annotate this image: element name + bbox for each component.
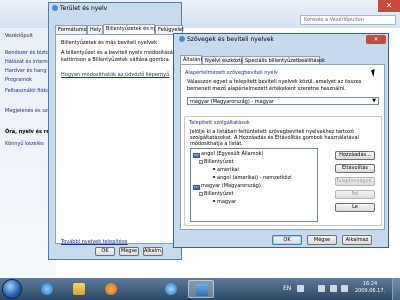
- tab-formats[interactable]: Formátumok: [55, 25, 90, 34]
- installed-services-group: Telepített szolgáltatások Jelölje ki a l…: [184, 116, 382, 226]
- installed-services-tree[interactable]: EN angol (Egyesült Államok) −Billentyűzet…: [190, 148, 318, 222]
- taskbar: EN 16:24 2009.06.17.: [0, 278, 400, 300]
- control-panel-close-button[interactable]: ✕: [378, 0, 400, 12]
- installed-services-heading: Telepített szolgáltatások: [189, 120, 250, 126]
- clock-time: 16:24: [362, 281, 378, 287]
- text-services-title-text: Szövegek és beviteli nyelvek: [187, 36, 274, 43]
- taskbar-explorer[interactable]: [66, 280, 92, 298]
- installed-services-desc-line3: módosíthatja a listát.: [190, 141, 243, 147]
- region-window-tabs: Formátumok Hely Billentyűzetek és nyelve…: [55, 24, 185, 34]
- region-cancel-button[interactable]: Mégse: [119, 247, 139, 256]
- tree-item-hungarian-keyboard[interactable]: magyar: [213, 199, 236, 205]
- default-input-label: Alapértelmezett szövegbeviteli nyelv: [185, 70, 278, 76]
- tree-item-hungarian-keyboard-label: magyar: [217, 199, 237, 205]
- collapse-icon[interactable]: −: [199, 192, 203, 196]
- taskbar-media-player[interactable]: [98, 280, 124, 298]
- start-button[interactable]: [2, 279, 22, 299]
- close-button[interactable]: ✕: [366, 35, 386, 44]
- tree-language-hungarian-label: magyar (Magyarország): [201, 183, 261, 189]
- tree-item-us-intl-keyboard[interactable]: angol (amerikai) - nemzetközi: [213, 175, 292, 181]
- region-apply-button[interactable]: Alkalm.: [143, 247, 163, 256]
- bullet-icon: [213, 200, 215, 202]
- region-language-window: Terület és nyelv Formátumok Hely Billent…: [48, 2, 185, 260]
- taskbar-control-panel[interactable]: [188, 280, 214, 298]
- internet-explorer-icon: [41, 283, 53, 295]
- sidebar-item-programs[interactable]: Programok: [5, 77, 32, 83]
- control-panel-icon: [196, 284, 208, 296]
- flag-icon: HU: [193, 185, 200, 190]
- media-player-icon: [105, 283, 117, 295]
- region-window-title: Terület és nyelv: [52, 5, 178, 14]
- ok-button[interactable]: OK: [272, 235, 302, 245]
- tree-item-us-keyboard[interactable]: amerikai: [213, 167, 239, 173]
- globe-icon: [52, 5, 58, 11]
- globe-icon: [179, 36, 185, 42]
- region-window-title-text: Terület és nyelv: [60, 5, 108, 12]
- region-ok-button[interactable]: OK: [95, 247, 115, 256]
- bullet-icon: [213, 176, 215, 178]
- move-up-button[interactable]: Fel: [335, 190, 375, 199]
- tree-language-english[interactable]: EN angol (Egyesült Államok): [193, 151, 264, 158]
- show-desktop-button[interactable]: [392, 278, 400, 300]
- sidebar-item-network[interactable]: Hálózat és internet: [5, 59, 53, 65]
- flag-icon: EN: [193, 153, 200, 158]
- tree-keyboard-header-hungarian: −Billentyűzet: [199, 191, 234, 197]
- folder-icon: [73, 283, 85, 295]
- tree-language-english-label: angol (Egyesült Államok): [201, 151, 264, 157]
- region-window-panel: Billentyűzetek és más beviteli nyelvek A…: [55, 34, 182, 245]
- collapse-icon[interactable]: −: [199, 160, 203, 164]
- apply-button[interactable]: Alkalmaz: [342, 235, 372, 245]
- move-down-button[interactable]: Le: [335, 203, 375, 212]
- sidebar-item-ease-of-access[interactable]: Könnyű kezelés: [5, 141, 44, 147]
- tab-location[interactable]: Hely: [87, 25, 103, 34]
- bullet-icon: [213, 168, 215, 170]
- tree-keyboard-header-english: −Billentyűzet: [199, 159, 234, 165]
- cancel-button[interactable]: Mégse: [307, 235, 337, 245]
- control-panel-search-input[interactable]: Keresés a Vezérlőpulton: [300, 15, 396, 25]
- system-clock[interactable]: 16:24 2009.06.17.: [352, 281, 388, 295]
- flag-icon[interactable]: [318, 285, 325, 292]
- sidebar-home-link[interactable]: Vezérlőpult: [5, 33, 33, 39]
- default-input-value: magyar (Magyarország) - magyar: [190, 99, 274, 105]
- default-input-desc-line2: bemeneti mező alapértelmezett értékeként…: [187, 86, 346, 92]
- keyboards-desc-line2: kattintson a Billentyűzetek váltása gomb…: [61, 57, 171, 63]
- keyboard-icon[interactable]: [297, 285, 304, 292]
- input-language-indicator[interactable]: EN: [283, 285, 291, 292]
- network-icon[interactable]: [330, 285, 337, 292]
- taskbar-internet-explorer[interactable]: [34, 280, 60, 298]
- remove-button[interactable]: Eltávolítás: [335, 164, 375, 173]
- default-input-language-select[interactable]: magyar (Magyarország) - magyar ▼: [187, 97, 379, 105]
- text-services-dialog: Szövegek és beviteli nyelvek ✕ Általános…: [173, 33, 389, 248]
- tab-keyboards-languages[interactable]: Billentyűzetek és nyelvek: [103, 24, 170, 34]
- tree-item-us-keyboard-label: amerikai: [217, 167, 239, 173]
- tree-keyboard-header-label: Billentyűzet: [204, 191, 234, 197]
- clock-date: 2009.06.17.: [354, 288, 386, 294]
- text-services-title: Szövegek és beviteli nyelvek: [179, 36, 274, 43]
- welcome-screen-link[interactable]: Hogyan módosíthatók az üdvözlő képernyő: [61, 72, 169, 78]
- install-languages-link[interactable]: További nyelvek telepítése: [61, 239, 128, 245]
- tree-item-us-intl-keyboard-label: angol (amerikai) - nemzetközi: [217, 175, 292, 181]
- taskbar-region-settings[interactable]: [158, 280, 184, 298]
- add-button[interactable]: Hozzáadás...: [335, 151, 375, 160]
- globe-icon: [165, 283, 177, 295]
- default-input-desc-line1: Válasszon egyet a telepített beviteli ny…: [187, 79, 362, 85]
- keyboards-desc-line1: A billentyűzet és a beviteli nyelv módos…: [61, 50, 182, 56]
- tree-keyboard-header-label: Billentyűzet: [204, 159, 234, 165]
- chevron-down-icon: ▼: [372, 98, 376, 104]
- sidebar-item-hardware[interactable]: Hardver és hang: [5, 68, 47, 74]
- properties-button[interactable]: Tulajdonságok...: [335, 177, 376, 186]
- volume-icon[interactable]: [341, 285, 348, 292]
- tree-language-hungarian[interactable]: HU magyar (Magyarország): [193, 183, 261, 190]
- text-services-tabs: Általános Nyelvi eszköztár Speciális bil…: [180, 55, 384, 65]
- general-tab-panel: Alapértelmezett szövegbeviteli nyelv Vál…: [180, 64, 385, 230]
- keyboards-heading: Billentyűzetek és más beviteli nyelvek: [61, 40, 158, 46]
